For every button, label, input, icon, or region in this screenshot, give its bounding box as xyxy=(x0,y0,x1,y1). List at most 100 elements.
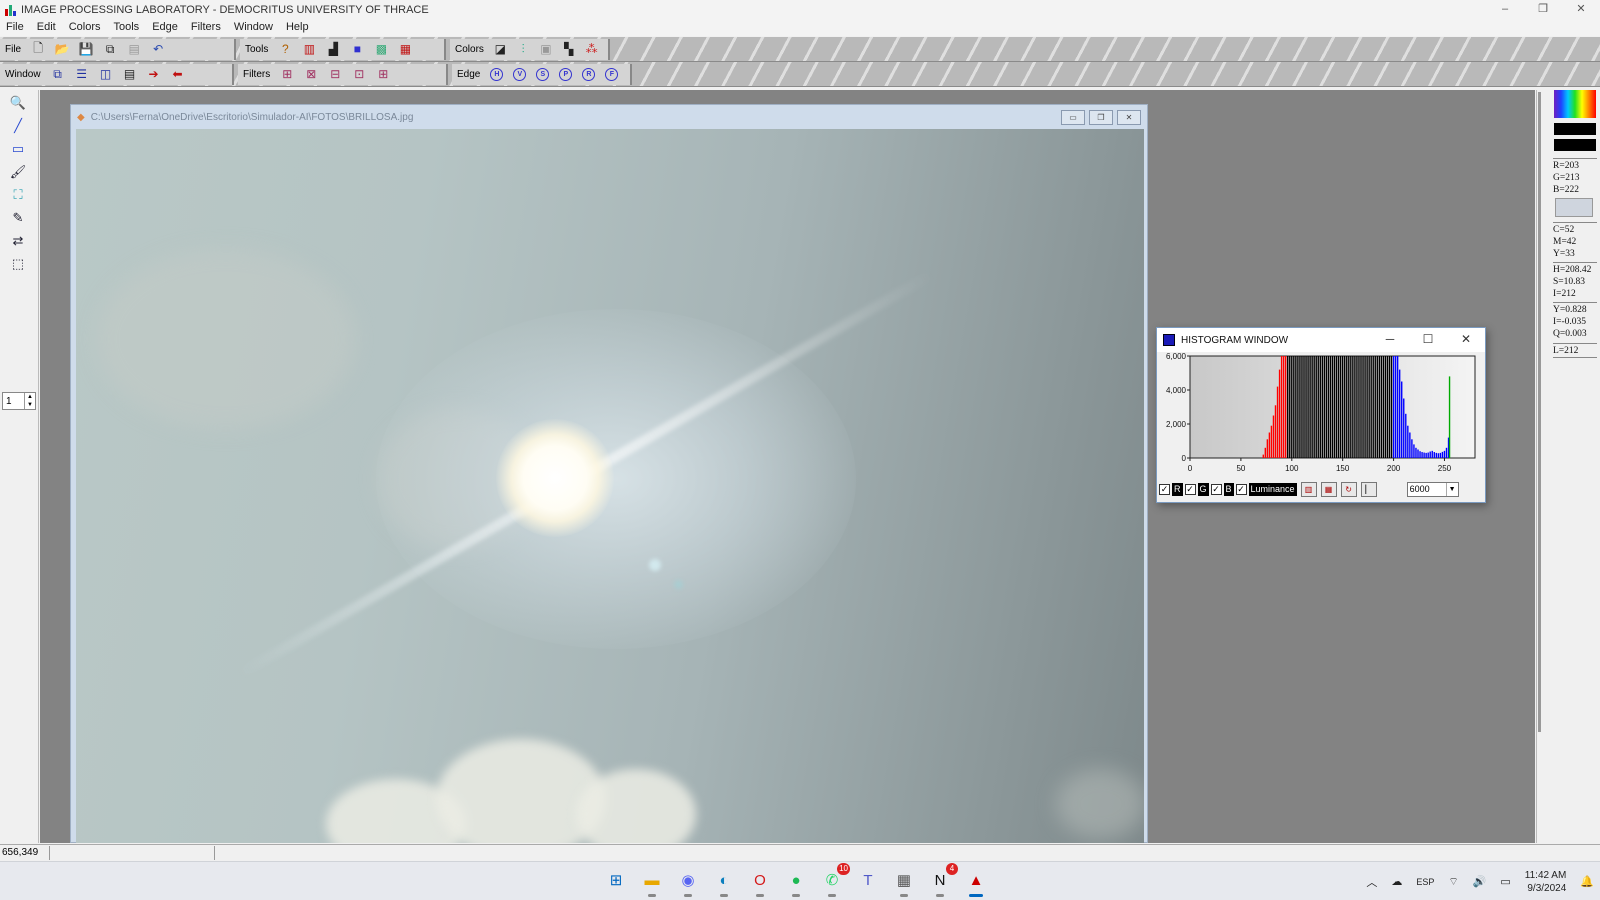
photo-canvas[interactable] xyxy=(76,129,1144,843)
magnifier-icon[interactable]: 🔍 xyxy=(8,93,28,113)
invert-icon[interactable]: ◪ xyxy=(491,40,510,59)
line-icon[interactable]: ╱ xyxy=(8,116,28,136)
volume-icon[interactable]: 🔊 xyxy=(1473,875,1487,888)
taskbar-start-icon[interactable]: ⊞ xyxy=(604,868,628,892)
histogram-stretch-icon[interactable]: ▦ xyxy=(1320,481,1337,497)
new-file-icon[interactable]: 🗋 xyxy=(28,40,48,59)
b-channel-checkbox[interactable]: ✓ xyxy=(1210,483,1222,495)
restore-button[interactable]: ❐ xyxy=(1524,0,1562,20)
image-minimize-button[interactable]: ▭ xyxy=(1061,110,1085,125)
chevron-down-icon[interactable]: ▼ xyxy=(1445,482,1458,496)
edge-v-button[interactable]: V xyxy=(513,67,527,81)
edge-h-button[interactable]: H xyxy=(490,67,504,81)
image-close-button[interactable]: ✕ xyxy=(1117,110,1141,125)
histogram-equalize-icon[interactable]: ▥ xyxy=(1300,481,1317,497)
taskbar-edge-icon[interactable]: ◐ xyxy=(712,868,736,897)
edge-f-button[interactable]: F xyxy=(605,67,619,81)
tile-horizontal-icon[interactable]: ☰ xyxy=(72,65,92,84)
color-spectrum-swatch[interactable] xyxy=(1554,90,1596,118)
edge-r-button[interactable]: R xyxy=(582,67,596,81)
edge-s-button[interactable]: S xyxy=(536,67,550,81)
vertical-scrollbar[interactable] xyxy=(1538,92,1541,732)
cascade-icon[interactable]: ⧉ xyxy=(48,65,68,84)
undo-icon[interactable]: ↶ xyxy=(148,40,168,59)
histogram-maximize-button[interactable]: ☐ xyxy=(1409,328,1447,350)
filter-gaussian-icon[interactable]: ⊡ xyxy=(349,65,369,84)
filter-custom-icon[interactable]: ⊞ xyxy=(373,65,393,84)
save-icon[interactable]: 💾 xyxy=(76,40,96,59)
background-color-swatch[interactable] xyxy=(1554,139,1596,151)
histogram-scale-icon[interactable]: ▏ xyxy=(1360,481,1377,497)
zoom-spinner[interactable]: 1 ▲ ▼ xyxy=(2,392,36,410)
color-palette-icon[interactable]: ■ xyxy=(347,40,367,59)
close-button[interactable]: ✕ xyxy=(1562,0,1600,20)
tile-vertical-icon[interactable]: ◫ xyxy=(96,65,116,84)
histogram-close-button[interactable]: ✕ xyxy=(1447,328,1485,350)
image-maximize-button[interactable]: ❐ xyxy=(1089,110,1113,125)
language-indicator[interactable]: ESP xyxy=(1416,877,1434,887)
brush-icon[interactable]: 🖌 xyxy=(8,162,28,182)
r-channel-checkbox[interactable]: ✓ xyxy=(1159,483,1170,495)
paste-icon[interactable]: ▤ xyxy=(124,40,144,59)
g-channel-checkbox[interactable]: ✓ xyxy=(1184,483,1196,495)
menu-window[interactable]: Window xyxy=(228,21,280,33)
previous-window-icon[interactable]: ⬅ xyxy=(168,65,188,84)
taskbar-opera-icon[interactable]: O xyxy=(748,868,772,897)
copy-icon[interactable]: ⧉ xyxy=(100,40,120,59)
toolbar-filters-label: Filters xyxy=(243,68,271,80)
histogram-reset-icon[interactable]: ↻ xyxy=(1340,481,1357,497)
filter-lowpass-icon[interactable]: ⊞ xyxy=(277,65,297,84)
histogram-scale-select[interactable]: 6000 ▼ xyxy=(1406,481,1459,497)
threshold-icon[interactable]: ▣ xyxy=(537,40,556,59)
grid-icon[interactable]: ▦ xyxy=(395,40,415,59)
histogram-icon[interactable]: ▟ xyxy=(323,40,343,59)
histogram-title-bar[interactable]: HISTOGRAM WINDOW ─ ☐ ✕ xyxy=(1157,328,1485,352)
help-pointer-icon[interactable]: ? xyxy=(275,40,295,59)
menu-help[interactable]: Help xyxy=(280,21,316,33)
rectangle-icon[interactable]: ▭ xyxy=(8,139,28,159)
selection-icon[interactable]: ⬚ xyxy=(8,254,28,274)
menu-filters[interactable]: Filters xyxy=(185,21,228,33)
menu-file[interactable]: File xyxy=(0,21,31,33)
noise-icon[interactable]: ▩ xyxy=(371,40,391,59)
taskbar-notion-icon[interactable]: N4 xyxy=(928,863,958,897)
menu-colors[interactable]: Colors xyxy=(63,21,108,33)
onedrive-icon[interactable]: ☁ xyxy=(1391,875,1402,888)
image-info-icon[interactable]: ▥ xyxy=(299,40,319,59)
pencil-icon[interactable]: ✎ xyxy=(8,208,28,228)
color-balance-icon[interactable]: ⫶ xyxy=(514,40,533,59)
move-icon[interactable]: ⇄ xyxy=(8,231,28,251)
menu-edit[interactable]: Edit xyxy=(31,21,63,33)
arrange-icon[interactable]: ▤ xyxy=(120,65,140,84)
dither-icon[interactable]: ▚ xyxy=(559,40,578,59)
minimize-button[interactable]: – xyxy=(1486,0,1524,20)
edge-p-button[interactable]: P xyxy=(559,67,573,81)
image-window[interactable]: ◆ C:\Users\Ferna\OneDrive\Escritorio\Sim… xyxy=(70,104,1148,843)
filter-highpass-icon[interactable]: ⊠ xyxy=(301,65,321,84)
menu-edge[interactable]: Edge xyxy=(146,21,185,33)
taskbar-teams-icon[interactable]: T xyxy=(856,868,880,892)
wifi-icon[interactable]: ⌔ xyxy=(1448,875,1458,889)
luminance-checkbox[interactable]: ✓ xyxy=(1235,483,1247,495)
histogram-window[interactable]: HISTOGRAM WINDOW ─ ☐ ✕ 0 2,000 4,000 6,000 0… xyxy=(1156,327,1486,503)
taskbar-whatsapp-icon[interactable]: ✆ 10 xyxy=(820,863,850,897)
notification-bell-icon[interactable]: 🔔 xyxy=(1580,875,1594,888)
flood-fill-icon[interactable]: ⛶ xyxy=(8,185,28,205)
taskbar-spotify-icon[interactable]: ● xyxy=(784,868,808,897)
battery-icon[interactable]: ▭ xyxy=(1500,875,1510,888)
histogram-minimize-button[interactable]: ─ xyxy=(1371,328,1409,350)
taskbar-discord-icon[interactable]: ◉ xyxy=(676,868,700,897)
open-file-icon[interactable]: 📂 xyxy=(52,40,72,59)
next-window-icon[interactable]: ➔ xyxy=(144,65,164,84)
foreground-color-swatch[interactable] xyxy=(1554,123,1596,135)
taskbar-image-processing-lab-icon[interactable]: ▲ xyxy=(964,868,988,897)
menu-tools[interactable]: Tools xyxy=(108,21,147,33)
rgb-channels-icon[interactable]: ⁂ xyxy=(582,40,601,59)
taskbar-calculator-icon[interactable]: ▦ xyxy=(892,868,916,897)
chevron-up-icon[interactable]: ︿ xyxy=(1366,874,1377,890)
taskbar-file-explorer-icon[interactable]: ▬ xyxy=(640,868,664,897)
filter-median-icon[interactable]: ⊟ xyxy=(325,65,345,84)
image-window-title[interactable]: ◆ C:\Users\Ferna\OneDrive\Escritorio\Sim… xyxy=(71,105,1147,129)
clock[interactable]: 11:42 AM 9/3/2024 xyxy=(1525,869,1567,895)
spinner-arrows-icon[interactable]: ▲ ▼ xyxy=(24,393,35,409)
